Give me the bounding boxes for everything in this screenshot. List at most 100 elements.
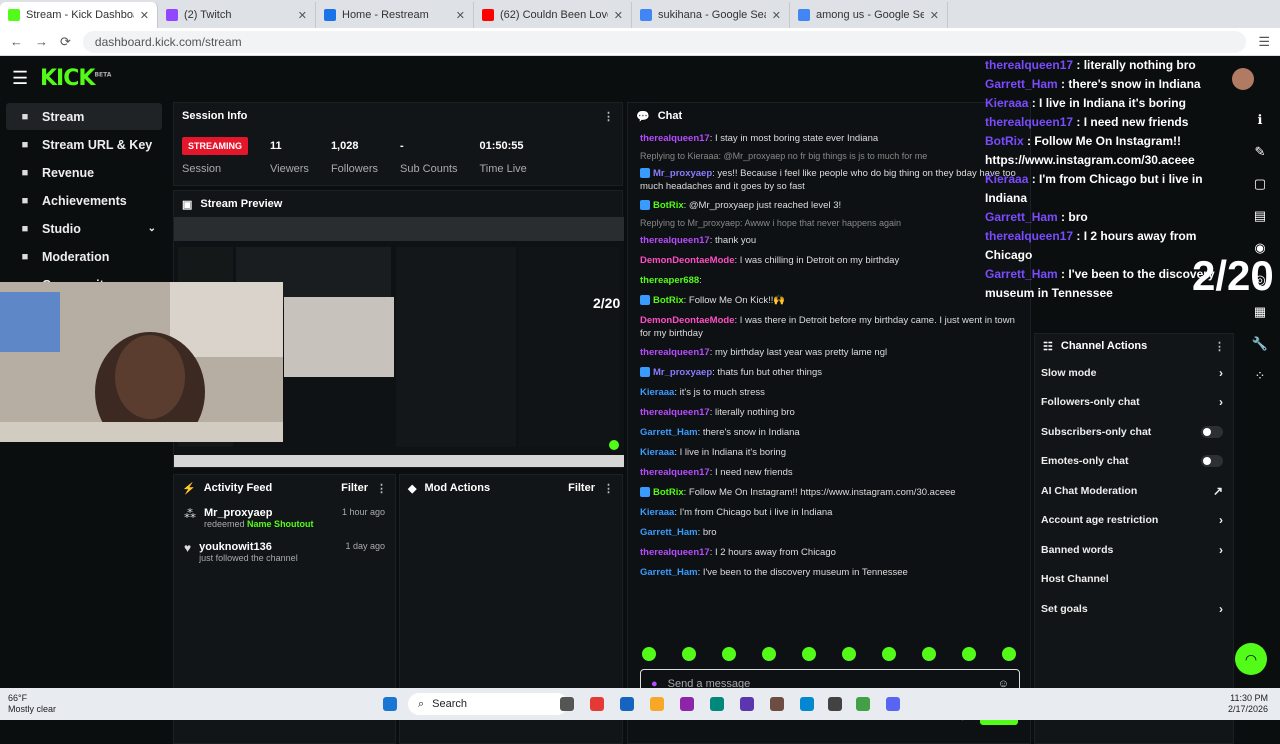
emote-icon[interactable]: [922, 647, 936, 661]
chat-message-list[interactable]: therealqueen17: I stay in most boring st…: [628, 129, 1030, 583]
url-field[interactable]: dashboard.kick.com/stream: [82, 30, 1247, 53]
user-avatar[interactable]: [1232, 68, 1254, 90]
channel-action-banned-words[interactable]: Banned words ›: [1035, 535, 1233, 565]
emote-icon[interactable]: [722, 647, 736, 661]
browser-tab[interactable]: sukihana - Google Search ✕: [632, 2, 790, 28]
chevron-right-icon[interactable]: ›: [1219, 513, 1223, 527]
close-icon[interactable]: ✕: [614, 9, 623, 22]
browser-tab[interactable]: (62) Couldn Been Love 2 Officia ✕: [474, 2, 632, 28]
chat-username[interactable]: BotRix: [653, 200, 684, 211]
info-icon[interactable]: ℹ: [1258, 112, 1263, 128]
app-icon[interactable]: [828, 697, 842, 711]
chat-username[interactable]: Mr_proxyaep: [653, 168, 712, 179]
reload-icon[interactable]: ⟳: [60, 34, 71, 50]
chat-username[interactable]: therealqueen17: [640, 347, 710, 358]
emote-icon[interactable]: [682, 647, 696, 661]
forward-icon[interactable]: →: [35, 34, 48, 49]
more-options-icon[interactable]: ⋮: [376, 482, 387, 495]
channel-action-followers-only-chat[interactable]: Followers-only chat ›: [1035, 388, 1233, 418]
chat-username[interactable]: Garrett_Ham: [640, 527, 698, 538]
close-icon[interactable]: ✕: [298, 9, 307, 22]
chat-bubble-icon[interactable]: ◉: [1254, 240, 1265, 256]
activity-user[interactable]: youknowit136: [199, 541, 298, 553]
help-chat-button[interactable]: ◠: [1235, 643, 1267, 675]
broadcast-icon[interactable]: ◎: [1254, 272, 1265, 288]
chat-username[interactable]: Kieraaa: [640, 507, 674, 518]
app-icon[interactable]: [770, 697, 784, 711]
sidebar-item-stream-url-key[interactable]: ■ Stream URL & Key: [6, 131, 162, 158]
chevron-right-icon[interactable]: ›: [1219, 543, 1223, 557]
chat-username[interactable]: Kieraaa: [640, 387, 674, 398]
chat-username[interactable]: therealqueen17: [640, 467, 710, 478]
edge-icon[interactable]: [800, 697, 814, 711]
app-icon[interactable]: [680, 697, 694, 711]
wrench-icon[interactable]: 🔧: [1252, 336, 1268, 352]
back-icon[interactable]: ←: [10, 34, 23, 49]
toggle-switch[interactable]: [1201, 425, 1223, 438]
screen-icon[interactable]: ▢: [1254, 176, 1266, 192]
chevron-down-icon[interactable]: ⌄: [148, 223, 156, 234]
sidebar-item-stream[interactable]: ■ Stream: [6, 103, 162, 130]
chat-username[interactable]: Garrett_Ham: [640, 567, 698, 578]
browser-tab[interactable]: Home - Restream ✕: [316, 2, 474, 28]
weather-widget[interactable]: 66°F Mostly clear: [8, 693, 56, 715]
start-icon[interactable]: [383, 697, 397, 711]
chrome-icon[interactable]: [856, 697, 870, 711]
chat-username[interactable]: therealqueen17: [640, 235, 710, 246]
channel-action-host-channel[interactable]: Host Channel: [1035, 565, 1233, 595]
sidebar-item-studio[interactable]: ■ Studio ⌄: [6, 215, 162, 242]
chevron-right-icon[interactable]: ›: [1219, 602, 1223, 616]
app-icon[interactable]: [620, 697, 634, 711]
app-icon[interactable]: [710, 697, 724, 711]
chat-username[interactable]: therealqueen17: [640, 133, 710, 144]
close-icon[interactable]: ✕: [140, 9, 149, 22]
calendar-icon[interactable]: ▦: [1254, 304, 1266, 320]
chat-username[interactable]: therealqueen17: [640, 407, 710, 418]
emote-icon[interactable]: [642, 647, 656, 661]
channel-action-emotes-only-chat[interactable]: Emotes-only chat: [1035, 447, 1233, 477]
chat-username[interactable]: Garrett_Ham: [640, 427, 698, 438]
task-view-icon[interactable]: [560, 697, 574, 711]
external-link-icon[interactable]: ↗: [1213, 484, 1223, 498]
sidebar-item-revenue[interactable]: ■ Revenue: [6, 159, 162, 186]
browser-tab[interactable]: Stream - Kick Dashboard ✕: [0, 2, 158, 28]
toggle-switch[interactable]: [1201, 455, 1223, 468]
chat-username[interactable]: DemonDeontaeMode: [640, 255, 734, 266]
chat-username[interactable]: DemonDeontaeMode: [640, 315, 734, 326]
channel-action-ai-chat-moderation[interactable]: AI Chat Moderation ↗: [1035, 476, 1233, 506]
app-icon[interactable]: [590, 697, 604, 711]
system-tray[interactable]: 11:30 PM 2/17/2026: [1228, 693, 1268, 715]
emote-icon[interactable]: [842, 647, 856, 661]
chevron-right-icon[interactable]: ›: [1219, 395, 1223, 409]
document-icon[interactable]: ▤: [1254, 208, 1266, 224]
kick-logo[interactable]: KICKBETA: [40, 66, 111, 91]
chat-username[interactable]: therealqueen17: [640, 547, 710, 558]
file-explorer-icon[interactable]: [650, 697, 664, 711]
channel-action-slow-mode[interactable]: Slow mode ›: [1035, 358, 1233, 388]
chat-username[interactable]: BotRix: [653, 295, 684, 306]
discord-icon[interactable]: [886, 697, 900, 711]
chat-username[interactable]: Mr_proxyaep: [653, 367, 712, 378]
emote-icon[interactable]: [962, 647, 976, 661]
browser-tab[interactable]: among us - Google Search ✕: [790, 2, 948, 28]
extensions-icon[interactable]: ☰: [1258, 34, 1270, 50]
chat-username[interactable]: BotRix: [653, 487, 684, 498]
filter-button[interactable]: Filter: [341, 482, 368, 494]
channel-action-set-goals[interactable]: Set goals ›: [1035, 594, 1233, 624]
chat-username[interactable]: Kieraaa: [640, 447, 674, 458]
filter-button[interactable]: Filter: [568, 482, 595, 494]
sidebar-item-moderation[interactable]: ■ Moderation: [6, 243, 162, 270]
chat-username[interactable]: thereaper688: [640, 275, 699, 286]
hamburger-menu-icon[interactable]: ☰: [12, 68, 28, 89]
channel-action-subscribers-only-chat[interactable]: Subscribers-only chat: [1035, 417, 1233, 447]
close-icon[interactable]: ✕: [930, 9, 939, 22]
more-icon[interactable]: ⁘: [1255, 368, 1266, 384]
browser-tab[interactable]: (2) Twitch ✕: [158, 2, 316, 28]
more-options-icon[interactable]: ⋮: [603, 110, 614, 123]
app-icon[interactable]: [740, 697, 754, 711]
more-options-icon[interactable]: ⋮: [1214, 340, 1225, 353]
chevron-right-icon[interactable]: ›: [1219, 366, 1223, 380]
activity-user[interactable]: Mr_proxyaep: [204, 507, 314, 519]
close-icon[interactable]: ✕: [772, 9, 781, 22]
close-icon[interactable]: ✕: [456, 9, 465, 22]
